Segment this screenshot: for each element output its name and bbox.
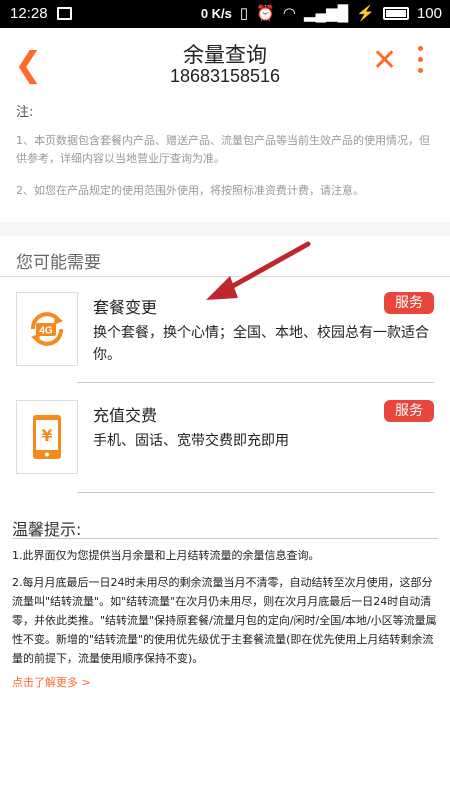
note-item: 2、如您在产品规定的使用范围外使用，将按照标准资费计费，请注意。: [16, 184, 364, 197]
service-badge[interactable]: 服务: [384, 292, 434, 314]
tip-item: 2.每月月底最后一日24时未用尽的剩余流量当月不清零，自动结转至次月使用，这部分…: [12, 576, 437, 665]
wifi-icon: ◠: [282, 5, 296, 22]
signal-icon: ▂▄▆█: [303, 5, 349, 22]
vibrate-icon: ▯: [239, 5, 249, 22]
section-title: 您可能需要: [16, 253, 101, 273]
card-title: 套餐变更: [93, 298, 158, 317]
card-description: 换个套餐，换个心情；全国、本地、校园总有一款适合你。: [93, 325, 429, 363]
phone-yen-icon: ¥: [16, 400, 78, 474]
tips-divider: [12, 538, 438, 539]
network-speed: 0 K/s: [200, 5, 232, 21]
card-divider: [77, 382, 434, 383]
charging-icon: ⚡: [356, 5, 375, 22]
section-divider: [0, 276, 450, 277]
app-header: ❮ 余量查询 18683158516 ✕: [0, 28, 450, 96]
notes-section: 注: 1、本页数据包含套餐内产品、赠送产品、流量包产品等当前生效产品的使用情况，…: [16, 104, 436, 214]
svg-text:¥: ¥: [41, 426, 52, 445]
more-menu-icon[interactable]: [418, 46, 426, 79]
status-bar: 12:28 0 K/s ▯ ⏰ ◠ ▂▄▆█ ⚡ 100: [0, 0, 450, 28]
4g-refresh-icon: 4G: [16, 292, 78, 366]
card-divider: [77, 492, 434, 493]
tips-title: 温馨提示:: [12, 520, 82, 539]
service-badge[interactable]: 服务: [384, 400, 434, 422]
service-card-plan-change[interactable]: 4G 套餐变更 服务 换个套餐，换个心情；全国、本地、校园总有一款适合你。: [16, 292, 434, 372]
service-card-recharge[interactable]: ¥ 充值交费 服务 手机、固话、宽带交费即充即用: [16, 400, 434, 480]
learn-more-link[interactable]: 点击了解更多 >: [12, 674, 91, 690]
image-notification-icon: [57, 7, 72, 20]
card-title: 充值交费: [93, 406, 158, 425]
svg-text:4G: 4G: [39, 326, 53, 337]
section-separator: [0, 222, 450, 236]
battery-level: 100: [416, 4, 442, 22]
tip-item: 1.此界面仅为您提供当月余量和上月结转流量的余量信息查询。: [12, 549, 320, 562]
card-description: 手机、固话、宽带交费即充即用: [93, 433, 289, 449]
alarm-icon: ⏰: [256, 5, 275, 22]
note-item: 1、本页数据包含套餐内产品、赠送产品、流量包产品等当前生效产品的使用情况，但供参…: [16, 134, 430, 165]
tips-section: 1.此界面仅为您提供当月余量和上月结转流量的余量信息查询。 2.每月月底最后一日…: [12, 546, 440, 676]
close-icon[interactable]: ✕: [372, 46, 397, 76]
battery-icon: [382, 6, 409, 20]
notes-label: 注:: [16, 105, 34, 120]
clock: 12:28: [10, 5, 48, 22]
